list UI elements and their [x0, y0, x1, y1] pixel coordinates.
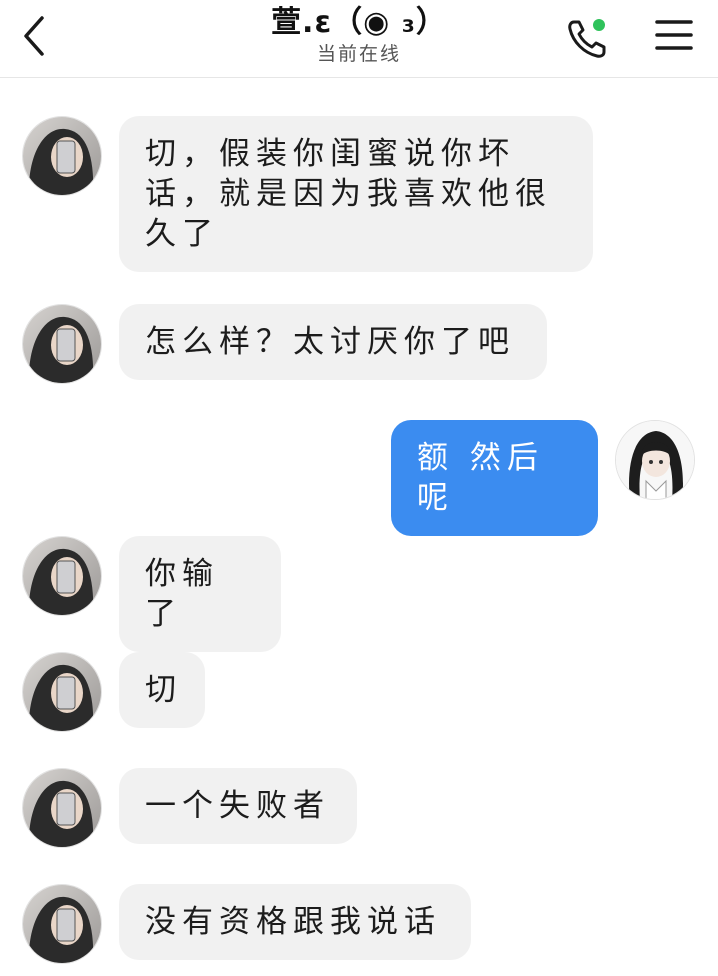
contact-avatar[interactable]	[22, 304, 102, 384]
contact-name: 萱.ε（◉ ₃）	[271, 5, 447, 40]
hamburger-menu-icon	[655, 20, 693, 50]
online-indicator	[593, 19, 605, 31]
message-bubble-incoming[interactable]: 没有资格跟我说话	[119, 884, 471, 960]
contact-info[interactable]: 萱.ε（◉ ₃） 当前在线	[209, 4, 509, 66]
phone-icon	[568, 19, 606, 58]
message-bubble-incoming[interactable]: 你输了	[119, 536, 281, 652]
chevron-left-icon	[24, 16, 44, 56]
message-bubble-outgoing[interactable]: 额 然后呢	[391, 420, 598, 536]
voice-call-button[interactable]	[564, 14, 612, 62]
back-button[interactable]	[18, 14, 54, 58]
message-list[interactable]: 切，假装你闺蜜说你坏话，就是因为我喜欢他很久了 怎么样？太讨厌你了吧 额 然后呢…	[0, 79, 718, 976]
contact-avatar[interactable]	[22, 768, 102, 848]
contact-avatar[interactable]	[22, 116, 102, 196]
online-status: 当前在线	[316, 43, 401, 65]
contact-avatar[interactable]	[22, 536, 102, 616]
my-avatar[interactable]	[615, 420, 695, 500]
more-menu-button[interactable]	[654, 18, 694, 54]
message-bubble-incoming[interactable]: 切	[119, 652, 205, 728]
contact-avatar[interactable]	[22, 884, 102, 964]
contact-avatar[interactable]	[22, 652, 102, 732]
message-bubble-incoming[interactable]: 一个失败者	[119, 768, 357, 844]
chat-header: 萱.ε（◉ ₃） 当前在线	[0, 0, 718, 78]
message-bubble-incoming[interactable]: 怎么样？太讨厌你了吧	[119, 304, 547, 380]
message-bubble-incoming[interactable]: 切，假装你闺蜜说你坏话，就是因为我喜欢他很久了	[119, 116, 593, 272]
